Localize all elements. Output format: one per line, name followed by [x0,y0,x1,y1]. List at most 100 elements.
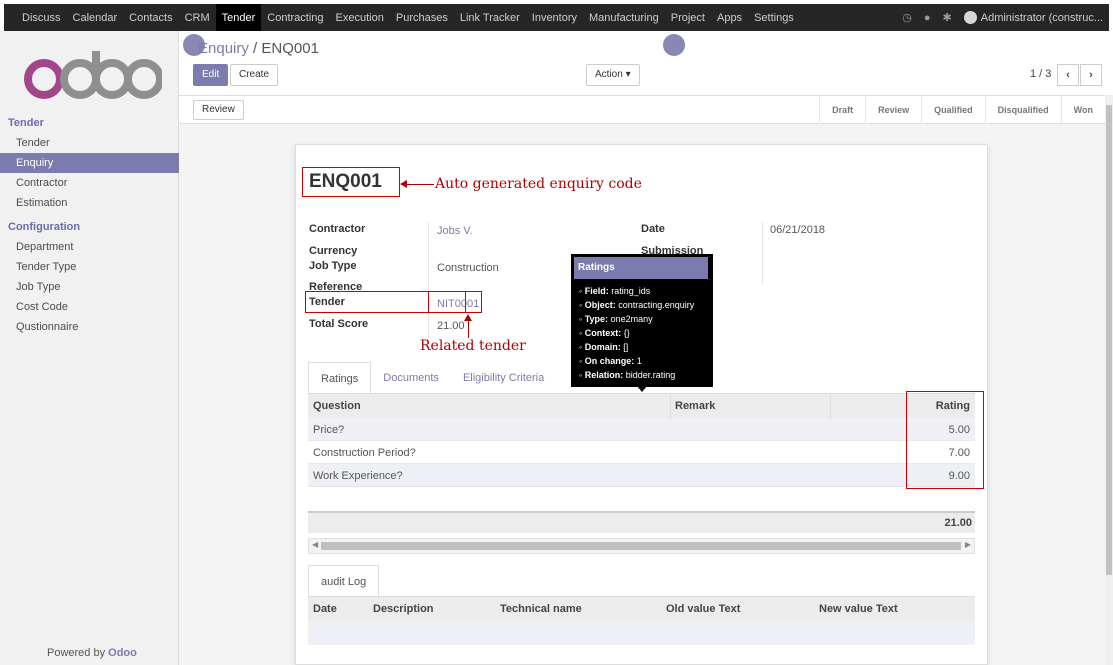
arrow-head-icon [464,314,472,321]
user-menu[interactable]: Administrator (construc... [963,11,1103,24]
topnav-manufacturing[interactable]: Manufacturing [583,4,665,31]
tender-annotation: Related tender [420,338,526,354]
powered-by-link[interactable]: Odoo [108,647,137,659]
cell-question: Price? [313,424,345,436]
col-old-value[interactable]: Old value Text [666,603,740,615]
topnav-purchases[interactable]: Purchases [390,4,454,31]
topnav-apps[interactable]: Apps [711,4,748,31]
topnav-contracting[interactable]: Contracting [261,4,329,31]
sidebar-item-enquiry[interactable]: Enquiry [0,153,179,173]
cell-question: Construction Period? [313,447,416,459]
pager-next-button[interactable]: › [1080,64,1102,86]
sidebar-item-tender[interactable]: Tender [0,133,179,153]
breadcrumb-current: ENQ001 [261,40,319,57]
audit-table-body [308,621,975,645]
topnav-settings[interactable]: Settings [748,4,800,31]
horizontal-scrollbar[interactable]: ◀ ▶ [308,538,975,554]
sidebar-item-tender-type[interactable]: Tender Type [0,257,179,277]
tooltip-caret [637,386,647,392]
status-bar: Review Draft Review Qualified Disqualified W… [179,96,1105,124]
breadcrumb: Enquiry / ENQ001 [198,40,319,57]
scroll-right-icon[interactable]: ▶ [965,540,971,549]
field-label: Contractor [309,223,366,235]
clock-icon[interactable]: ◷ [902,11,912,24]
topnav-project[interactable]: Project [665,4,711,31]
stage-qualified[interactable]: Qualified [921,96,985,124]
tooltip-row: ◦ Field: rating_ids [579,286,651,296]
create-button[interactable]: Create [230,64,279,86]
topnav-inventory[interactable]: Inventory [526,4,583,31]
ratings-table-header: Question Remark Rating [308,394,975,418]
breadcrumb-parent[interactable]: Enquiry [198,40,249,57]
topnav-tender[interactable]: Tender [215,4,262,31]
annotation-arrow [404,184,434,185]
code-annotation: Auto generated enquiry code [435,176,642,192]
field-value-date: 06/21/2018 [770,224,826,236]
review-button[interactable]: Review [193,100,244,120]
tab-documents[interactable]: Documents [371,362,451,394]
col-description[interactable]: Description [373,603,434,615]
table-row[interactable]: Construction Period? 7.00 [308,441,975,464]
tab-eligibility-criteria[interactable]: Eligibility Criteria [451,362,556,394]
cell-question: Work Experience? [313,470,403,482]
topnav-link-tracker[interactable]: Link Tracker [454,4,526,31]
sidebar-item-contractor[interactable]: Contractor [0,173,179,193]
stage-review[interactable]: Review [865,96,921,124]
tab-ratings[interactable]: Ratings [308,362,372,394]
top-menu: Discuss Calendar Contacts CRM Tender Contract… [4,4,800,31]
topnav-crm[interactable]: CRM [179,4,216,31]
tooltip-row: ◦ Object: contracting.enquiry [579,300,695,310]
topnav-contacts[interactable]: Contacts [123,4,178,31]
enquiry-code: ENQ001 [302,167,400,197]
annotation-arrow [468,320,469,338]
stage-won[interactable]: Won [1060,96,1105,124]
pager-previous-button[interactable]: ‹ [1057,64,1079,86]
field-tooltip: Ratings ◦ Field: rating_ids ◦ Object: con… [571,254,713,387]
col-date[interactable]: Date [313,603,337,615]
stage-disqualified[interactable]: Disqualified [984,96,1061,124]
table-row[interactable]: Work Experience? 9.00 [308,464,975,487]
topnav-calendar[interactable]: Calendar [67,4,124,31]
notebook-tabs: Ratings Documents Eligibility Criteria [308,362,556,394]
col-remark[interactable]: Remark [675,400,715,412]
tooltip-row: ◦ Domain: [] [579,342,629,352]
user-name: Administrator (construc... [980,11,1103,24]
top-navbar: Discuss Calendar Contacts CRM Tender Contract… [0,0,1113,31]
ratings-total-row: 21.00 [308,511,975,533]
sidebar-item-estimation[interactable]: Estimation [0,193,179,213]
edit-button[interactable]: Edit [193,64,229,86]
arrow-head-icon [400,180,407,188]
topnav-execution[interactable]: Execution [330,4,390,31]
field-label: Job Type [309,260,357,272]
bug-icon[interactable]: ✱ [943,11,952,24]
field-divider [762,222,763,284]
pager-value: 1 / 3 [1030,68,1052,80]
sidebar-item-job-type[interactable]: Job Type [0,277,179,297]
sidebar-item-qustionnaire[interactable]: Qustionnaire [0,317,179,337]
tender-value-highlight [428,291,482,313]
sidebar-item-cost-code[interactable]: Cost Code [0,297,179,317]
avatar [963,11,977,24]
action-button[interactable]: Action ▾ [586,64,640,86]
table-row[interactable]: Price? 5.00 [308,418,975,441]
stage-draft[interactable]: Draft [819,96,865,124]
caret-down-icon: ▾ [625,69,631,80]
col-question[interactable]: Question [313,400,361,412]
tooltip-row: ◦ Type: one2many [579,314,653,324]
odoo-logo[interactable] [22,51,162,101]
stage-bar: Draft Review Qualified Disqualified Won [819,96,1105,124]
col-technical-name[interactable]: Technical name [500,603,582,615]
tab-audit-log[interactable]: audit Log [308,565,380,597]
cursor-marker [663,34,685,56]
scroll-left-icon[interactable]: ◀ [312,540,318,549]
col-new-value[interactable]: New value Text [819,603,898,615]
vertical-scrollbar[interactable] [1105,95,1113,665]
rating-highlight [906,391,984,489]
sidebar-item-department[interactable]: Department [0,237,179,257]
field-value-contractor[interactable]: Jobs V. [437,225,473,237]
chat-icon[interactable]: ● [924,12,931,24]
cursor-marker [183,34,205,56]
tooltip-title: Ratings [574,257,708,279]
topnav-discuss[interactable]: Discuss [16,4,67,31]
powered-by: Powered by Odoo [47,647,137,659]
